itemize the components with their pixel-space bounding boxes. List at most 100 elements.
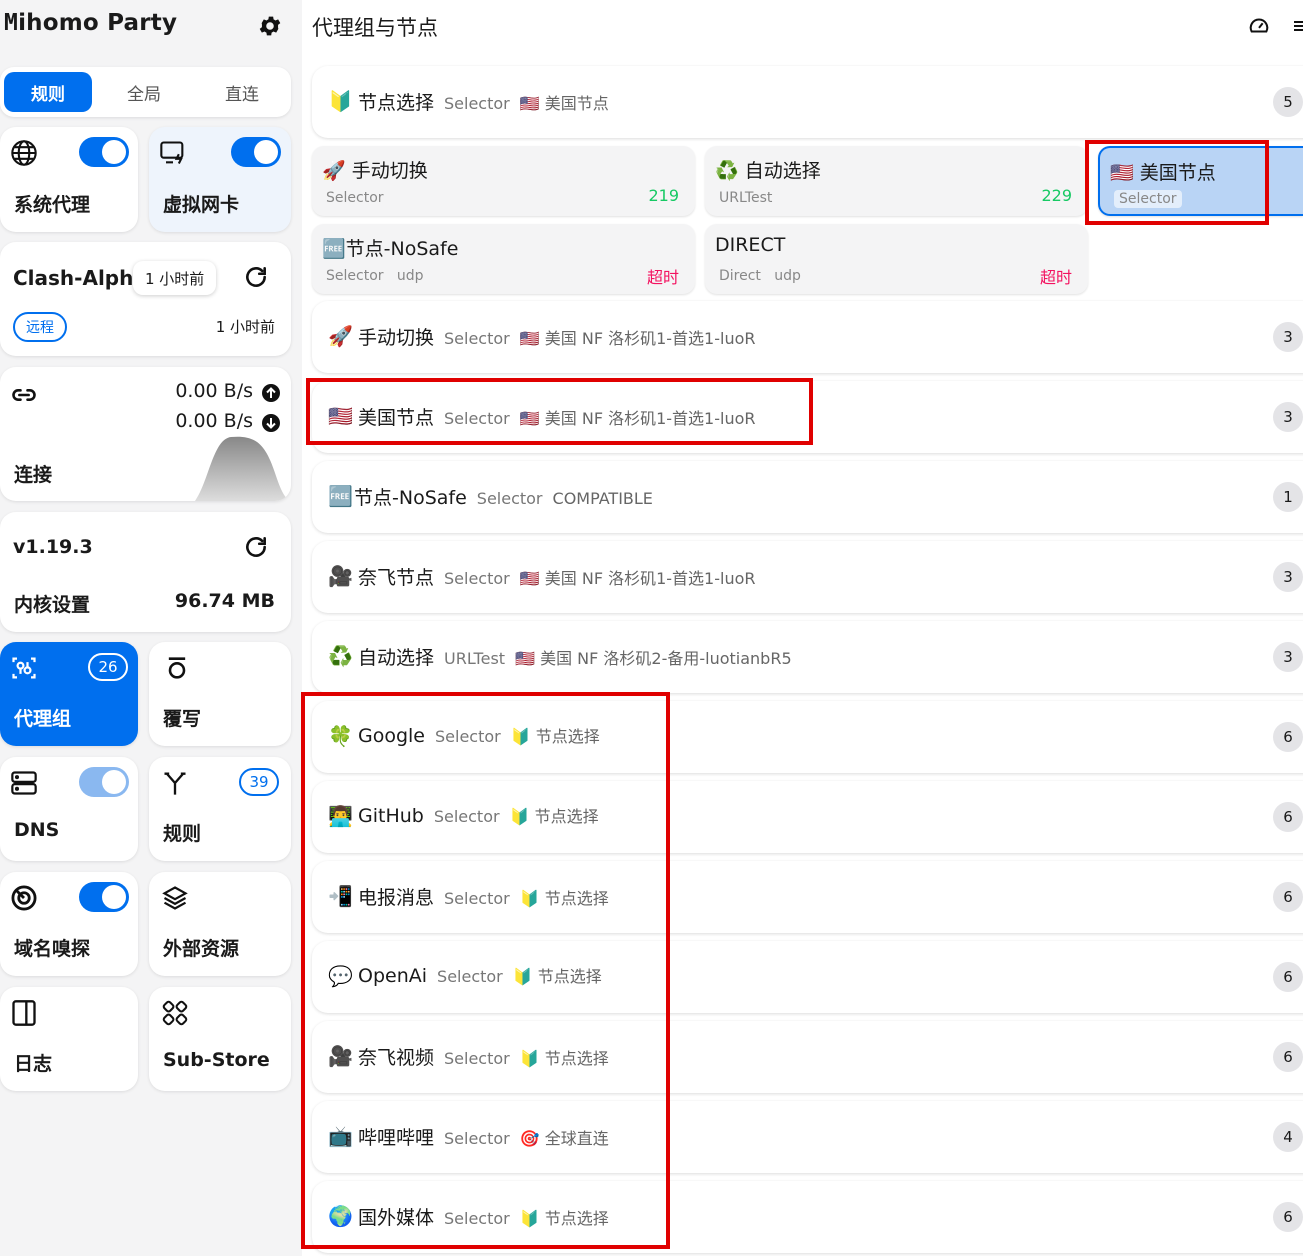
log-panel-icon bbox=[12, 1000, 36, 1026]
proxy-groups-card[interactable]: 26 代理组 bbox=[0, 642, 138, 746]
group-current-node: 🇺🇸 美国节点 bbox=[519, 94, 609, 113]
globe-icon bbox=[11, 140, 37, 166]
mode-tab-global[interactable]: 全局 bbox=[100, 72, 188, 112]
tun-icon bbox=[160, 141, 184, 164]
group-current-node: COMPATIBLE bbox=[552, 489, 653, 508]
group-icon: 🔰 bbox=[328, 89, 353, 113]
tun-card[interactable]: 虚拟网卡 bbox=[149, 127, 291, 232]
proxy-group-row[interactable]: 🌍 国外媒体 Selector 🔰 节点选择 6 bbox=[312, 1181, 1303, 1253]
node-delay[interactable]: 超时 bbox=[647, 264, 679, 288]
node-delay[interactable]: 219 bbox=[648, 186, 679, 205]
node-type: Selector bbox=[326, 268, 384, 284]
proxy-group-row[interactable]: 🚀 手动切换 Selector 🇺🇸 美国 NF 洛杉矶1-首选1-luoR 3 bbox=[312, 301, 1303, 373]
group-node-count: 5 bbox=[1273, 87, 1303, 117]
group-current-node: 🔰 节点选择 bbox=[512, 967, 602, 986]
group-name: 奈飞视频 bbox=[358, 1047, 435, 1069]
upload-arrow-icon bbox=[262, 384, 280, 402]
link-icon bbox=[12, 389, 36, 401]
node-delay[interactable]: 229 bbox=[1041, 186, 1072, 205]
proxy-group-row[interactable]: 👨‍💻 GitHub Selector 🔰 节点选择 6 bbox=[312, 781, 1303, 853]
group-node-count: 3 bbox=[1273, 322, 1303, 352]
group-node-count: 6 bbox=[1273, 882, 1303, 912]
group-name: 哔哩哔哩 bbox=[358, 1127, 435, 1149]
substore-card[interactable]: Sub-Store bbox=[149, 987, 291, 1091]
group-icon: 🌍 bbox=[328, 1204, 353, 1228]
sniffer-toggle[interactable] bbox=[79, 882, 129, 912]
proxy-group-row[interactable]: 🆓 节点-NoSafe Selector COMPATIBLE 1 bbox=[312, 461, 1303, 533]
core-card[interactable]: v1.19.3 内核设置 96.74 MB bbox=[0, 512, 291, 632]
profile-updated-time: 1 小时前 bbox=[215, 318, 275, 336]
profile-card[interactable]: Clash-Alpha- 1 小时前 远程 1 小时前 bbox=[0, 242, 291, 356]
group-icon: 🚀 bbox=[328, 324, 353, 348]
node-name: DIRECT bbox=[715, 234, 786, 256]
group-name: 美国节点 bbox=[358, 407, 435, 429]
menu-icon[interactable] bbox=[1292, 15, 1303, 37]
group-icon: ♻️ bbox=[328, 644, 353, 668]
group-node-count: 3 bbox=[1273, 642, 1303, 672]
override-label: 覆写 bbox=[163, 708, 202, 730]
node-card[interactable]: ♻️ 自动选择 URLTest 229 bbox=[705, 146, 1088, 216]
rules-card[interactable]: 39 规则 bbox=[149, 757, 291, 861]
fork-icon bbox=[164, 772, 186, 795]
proxy-group-row[interactable]: 🎥 奈飞节点 Selector 🇺🇸 美国 NF 洛杉矶1-首选1-luoR 3 bbox=[312, 541, 1303, 613]
node-card[interactable]: 🚀 手动切换 Selector 219 bbox=[312, 146, 695, 216]
app-title: Mihomo Party bbox=[4, 10, 178, 36]
dns-toggle[interactable] bbox=[79, 767, 129, 797]
node-delay[interactable]: 超时 bbox=[1040, 264, 1072, 288]
proxy-group-row[interactable]: ♻️ 自动选择 URLTest 🇺🇸 美国 NF 洛杉矶2-备用-luotianbR… bbox=[312, 621, 1303, 693]
radar-icon bbox=[11, 885, 37, 911]
proxy-group-row[interactable]: 🔰 节点选择 Selector 🇺🇸 美国节点 5 bbox=[312, 66, 1303, 138]
override-card[interactable]: 覆写 bbox=[149, 642, 291, 746]
group-name: 国外媒体 bbox=[358, 1207, 435, 1229]
group-name: 自动选择 bbox=[358, 647, 435, 669]
proxy-group-row[interactable]: 📺 哔哩哔哩 Selector 🎯 全球直连 4 bbox=[312, 1101, 1303, 1173]
override-icon bbox=[168, 657, 186, 679]
system-proxy-toggle[interactable] bbox=[79, 137, 129, 167]
connections-label: 连接 bbox=[14, 464, 53, 486]
settings-gear-icon[interactable] bbox=[257, 13, 283, 39]
node-card[interactable]: DIRECT Direct udp 超时 bbox=[705, 224, 1088, 294]
core-settings-label: 内核设置 bbox=[14, 594, 91, 616]
rules-label: 规则 bbox=[163, 823, 202, 845]
resources-label: 外部资源 bbox=[163, 938, 240, 960]
group-current-node: 🔰 节点选择 bbox=[519, 1049, 609, 1068]
group-current-node: 🇺🇸 美国 NF 洛杉矶1-首选1-luoR bbox=[519, 569, 756, 588]
proxy-group-row[interactable]: 📲 电报消息 Selector 🔰 节点选择 6 bbox=[312, 861, 1303, 933]
group-name: OpenAi bbox=[358, 965, 428, 987]
group-current-node: 🔰 节点选择 bbox=[510, 727, 600, 746]
group-type: Selector bbox=[444, 569, 510, 588]
resources-card[interactable]: 外部资源 bbox=[149, 872, 291, 976]
group-type: Selector bbox=[476, 489, 543, 508]
group-node-count: 1 bbox=[1273, 482, 1303, 512]
group-name: 手动切换 bbox=[358, 327, 435, 349]
logs-card[interactable]: 日志 bbox=[0, 987, 138, 1091]
proxy-group-row[interactable]: 🇺🇸 美国节点 Selector 🇺🇸 美国 NF 洛杉矶1-首选1-luoR 3 bbox=[312, 381, 1303, 453]
proxy-group-row[interactable]: 🎥 奈飞视频 Selector 🔰 节点选择 6 bbox=[312, 1021, 1303, 1093]
group-type: Selector bbox=[444, 1209, 510, 1228]
group-icon: 📺 bbox=[328, 1124, 353, 1148]
speedometer-icon[interactable] bbox=[1248, 15, 1270, 37]
system-proxy-card[interactable]: 系统代理 bbox=[0, 127, 138, 232]
refresh-icon[interactable] bbox=[243, 264, 269, 290]
node-card-selected[interactable]: 🇺🇸 美国节点 Selector bbox=[1098, 146, 1303, 216]
node-udp: udp bbox=[774, 268, 801, 284]
node-type: URLTest bbox=[719, 190, 773, 206]
node-name: 🆓节点-NoSafe bbox=[322, 238, 459, 260]
sniffer-card[interactable]: 域名嗅探 bbox=[0, 872, 138, 976]
proxies-page: 代理组与节点 🔰 节点选择 Selector 🇺🇸 美国节点 5 🚀 手动切换 Se… bbox=[302, 0, 1303, 1256]
mode-tab-rule[interactable]: 规则 bbox=[4, 72, 92, 112]
restart-core-icon[interactable] bbox=[243, 534, 269, 560]
proxy-groups-label: 代理组 bbox=[14, 708, 72, 730]
mode-tab-direct[interactable]: 直连 bbox=[198, 72, 286, 112]
proxy-group-row[interactable]: 🍀 Google Selector 🔰 节点选择 6 bbox=[312, 701, 1303, 773]
core-version: v1.19.3 bbox=[13, 536, 93, 558]
proxy-group-row[interactable]: 💬 OpenAi Selector 🔰 节点选择 6 bbox=[312, 941, 1303, 1013]
group-node-count: 6 bbox=[1273, 1202, 1303, 1232]
tun-toggle[interactable] bbox=[231, 137, 281, 167]
group-current-node: 🇺🇸 美国 NF 洛杉矶1-首选1-luoR bbox=[519, 409, 756, 428]
group-type: Selector bbox=[437, 967, 503, 986]
dns-card[interactable]: DNS bbox=[0, 757, 138, 861]
connections-card[interactable]: 0.00 B/s 0.00 B/s 连接 bbox=[0, 367, 291, 501]
group-current-node: 🔰 节点选择 bbox=[509, 807, 599, 826]
node-card[interactable]: 🆓节点-NoSafe Selector udp 超时 bbox=[312, 224, 695, 294]
